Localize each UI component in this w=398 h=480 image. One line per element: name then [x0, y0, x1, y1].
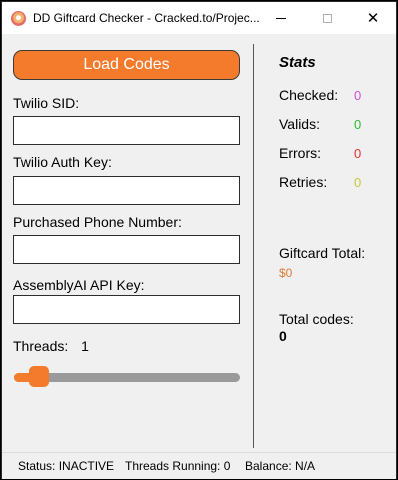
giftcard-total-label: Giftcard Total: — [279, 245, 366, 261]
twilio-auth-key-input[interactable] — [13, 176, 240, 205]
checked-count: 0 — [354, 88, 362, 103]
twilio-auth-key-label: Twilio Auth Key: — [13, 154, 112, 170]
threads-value: 1 — [81, 338, 89, 354]
phone-number-label: Purchased Phone Number: — [13, 214, 182, 230]
title-bar[interactable]: DD Giftcard Checker - Cracked.to/Projec.… — [2, 2, 396, 34]
app-icon — [11, 11, 26, 26]
checked-label: Checked: — [279, 87, 339, 103]
window-title: DD Giftcard Checker - Cracked.to/Projec.… — [33, 11, 260, 25]
threads-slider-handle[interactable] — [29, 366, 49, 387]
phone-number-input[interactable] — [13, 235, 240, 264]
minimize-icon — [276, 17, 286, 19]
load-codes-button[interactable]: Load Codes — [13, 50, 240, 80]
valids-label: Valids: — [279, 116, 320, 132]
errors-label: Errors: — [279, 145, 321, 161]
maximize-icon — [322, 13, 332, 23]
assemblyai-key-input[interactable] — [13, 295, 240, 324]
assemblyai-key-label: AssemblyAI API Key: — [13, 277, 145, 293]
threads-label: Threads: — [13, 338, 69, 354]
status-bar: Status: INACTIVE Threads Running: 0 Bala… — [2, 452, 396, 479]
status-text: Status: INACTIVE — [18, 459, 115, 473]
close-button[interactable]: ✕ — [350, 2, 396, 34]
panel-divider — [253, 44, 254, 448]
errors-count: 0 — [354, 146, 362, 161]
total-codes-value: 0 — [279, 328, 287, 344]
giftcard-total-value: $0 — [279, 266, 293, 280]
retries-count: 0 — [354, 175, 362, 190]
stats-title: Stats — [279, 54, 316, 71]
threads-running-text: Threads Running: 0 — [125, 459, 231, 473]
maximize-button[interactable] — [304, 2, 350, 34]
total-codes-label: Total codes: — [279, 311, 354, 327]
twilio-sid-input[interactable] — [13, 116, 240, 145]
close-icon: ✕ — [366, 9, 380, 27]
threads-row: Threads: 1 — [13, 338, 89, 354]
retries-label: Retries: — [279, 174, 328, 190]
app-window: DD Giftcard Checker - Cracked.to/Projec.… — [1, 1, 397, 479]
twilio-sid-label: Twilio SID: — [13, 95, 80, 111]
valids-count: 0 — [354, 117, 362, 132]
balance-text: Balance: N/A — [245, 459, 316, 473]
minimize-button[interactable] — [258, 2, 304, 34]
